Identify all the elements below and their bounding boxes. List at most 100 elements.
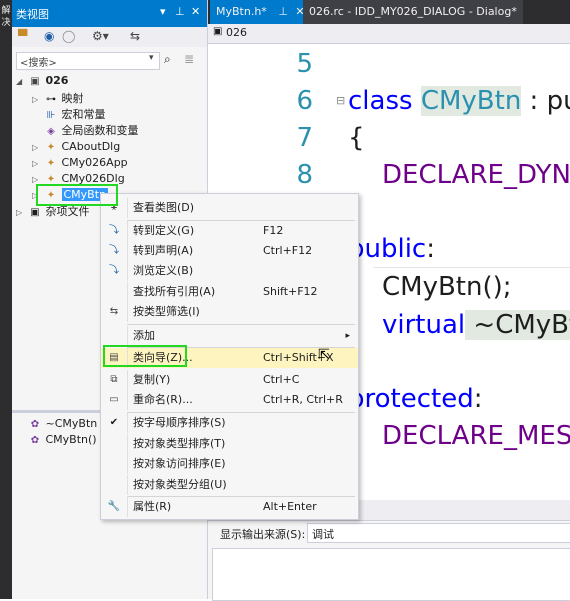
filter-type-icon: ⇆: [109, 306, 119, 317]
tree-item-label: 杂项文件: [45, 205, 90, 218]
expand-arrow-icon[interactable]: ◢: [16, 74, 28, 90]
class-view-titlebar: 类视图 ▾ ⊥ ✕: [12, 0, 207, 27]
settings-gear-icon[interactable]: ⚙▾: [92, 29, 109, 43]
tree-item-misc-files[interactable]: ▷ ▣ 杂项文件: [16, 204, 90, 220]
nav-project-label: 026: [226, 26, 247, 39]
tree-item-label: CMy026App: [61, 156, 128, 169]
close-icon[interactable]: ✕: [191, 5, 200, 18]
annotation-highlight-box: [103, 345, 187, 367]
collapse-region-icon[interactable]: ⊟: [336, 94, 345, 107]
line-number: 7: [296, 123, 313, 153]
map-icon: ⊶: [46, 94, 56, 105]
tree-item-label: 026: [45, 74, 69, 87]
browse-definition-icon: ⤵: [109, 265, 119, 276]
tree-item-label: 映射: [61, 92, 84, 105]
tab-label: MyBtn.h*: [216, 5, 267, 18]
output-source-select[interactable]: 调试: [307, 523, 570, 543]
menu-item-properties[interactable]: 🔧 属性(R) Alt+Enter: [101, 497, 358, 517]
project-icon: ▣: [30, 76, 40, 87]
tree-item-map[interactable]: ▷ ⊶ 映射: [32, 91, 84, 107]
tab-026-rc-dialog[interactable]: 026.rc - IDD_MY026_DIALOG - Dialog*: [303, 0, 523, 24]
clear-search-icon[interactable]: ≣: [184, 52, 194, 66]
class-view-toolbar: ▀ ◉ ◯ ⚙▾ ⇆: [12, 27, 207, 47]
class-view-search-input[interactable]: <搜索> ▾: [16, 52, 160, 70]
strip-label-1[interactable]: 解: [1, 6, 11, 16]
method-icon: ✿: [30, 435, 40, 446]
document-tab-strip: MyBtn.h* ⊥ ✕ 026.rc - IDD_MY026_DIALOG -…: [208, 0, 570, 24]
tree-item-globals[interactable]: ◈ 全局函数和变量: [44, 123, 139, 139]
search-dropdown-icon[interactable]: ▾: [149, 53, 154, 63]
tree-item-label: CAboutDlg: [61, 140, 121, 153]
tree-item-label: 宏和常量: [61, 108, 106, 121]
line-number: 8: [296, 160, 313, 190]
code-line: public:: [348, 234, 435, 264]
collapse-arrow-icon[interactable]: ▷: [32, 92, 44, 108]
tree-item-project[interactable]: ◢ ▣ 026: [16, 73, 68, 89]
menu-item-go-to-definition[interactable]: ⤵ 转到定义(G) F12: [101, 221, 358, 241]
pin-icon[interactable]: ⊥: [175, 5, 185, 18]
member-item-destructor[interactable]: ✿ ~CMyBtn: [28, 416, 97, 432]
tree-item-cmy026app[interactable]: ▷ ✦ CMy026App: [32, 155, 128, 171]
back-icon[interactable]: ◉: [44, 29, 54, 43]
member-item-label: ~CMyBtn: [45, 417, 98, 430]
code-line: {: [348, 123, 365, 153]
code-line: DECLARE_MES: [382, 421, 570, 451]
menu-item-go-to-declaration[interactable]: ⤵ 转到声明(A) Ctrl+F12: [101, 241, 358, 261]
strip-label-2[interactable]: 决: [1, 18, 11, 28]
class-icon: ✦: [46, 158, 56, 169]
pin-tab-icon[interactable]: ⊥: [278, 5, 288, 18]
misc-files-icon: ▣: [30, 207, 40, 218]
code-line: protected:: [348, 384, 483, 414]
search-placeholder: <搜索>: [20, 58, 57, 69]
code-line: DECLARE_DYN: [382, 160, 570, 190]
menu-item-rename[interactable]: ▭ 重命名(R)... Ctrl+R, Ctrl+R: [101, 390, 358, 410]
navigation-bar[interactable]: ▣ 026: [208, 24, 570, 44]
wrench-icon: 🔧: [107, 501, 121, 512]
left-tool-strip[interactable]: 解 决: [0, 0, 12, 599]
tab-mybtn-h[interactable]: MyBtn.h* ⊥ ✕: [210, 0, 311, 24]
sync-icon[interactable]: ⇆: [130, 29, 140, 43]
menu-item-find-all-references[interactable]: 查找所有引用(A) Shift+F12: [101, 282, 358, 302]
copy-icon: ⧉: [110, 374, 118, 385]
mouse-cursor-icon: ⇱: [318, 347, 330, 363]
annotation-highlight-box: [36, 184, 118, 206]
member-item-label: CMyBtn(): [45, 433, 97, 446]
collapse-arrow-icon[interactable]: ▷: [32, 140, 44, 156]
class-view-title: 类视图: [16, 8, 49, 21]
menu-item-copy[interactable]: ⧉ 复制(Y) Ctrl+C: [101, 370, 358, 390]
menu-separator: [127, 324, 355, 325]
tree-item-macros[interactable]: ⊪ 宏和常量: [44, 107, 106, 123]
menu-item-sort-alphabetically[interactable]: ✔ 按字母顺序排序(S): [101, 413, 358, 433]
line-number: 6: [296, 86, 313, 116]
submenu-arrow-icon: ▸: [345, 331, 350, 341]
menu-item-view-class-diagram[interactable]: ⚹ 查看类图(D): [101, 198, 358, 218]
dropdown-icon[interactable]: ▾: [160, 5, 166, 18]
menu-item-filter-by-type[interactable]: ⇆ 按类型筛选(I): [101, 302, 358, 322]
go-to-definition-icon: ⤵: [109, 225, 119, 236]
macro-icon: ⊪: [46, 110, 56, 121]
code-line: CMyBtn();: [382, 272, 512, 302]
method-icon: ✿: [30, 419, 40, 430]
menu-item-sort-by-object-access[interactable]: 按对象访问排序(E): [101, 454, 358, 474]
tree-item-label: 全局函数和变量: [61, 124, 139, 137]
output-text-area[interactable]: [212, 548, 570, 601]
current-line-outline: [373, 267, 570, 268]
member-item-constructor[interactable]: ✿ CMyBtn(): [28, 432, 97, 448]
collapse-arrow-icon[interactable]: ▷: [32, 156, 44, 172]
collapse-arrow-icon[interactable]: ▷: [16, 205, 28, 221]
checkmark-icon: ✔: [109, 417, 119, 428]
menu-item-group-by-object-type[interactable]: 按对象类型分组(U): [101, 475, 358, 495]
menu-item-sort-by-object-type[interactable]: 按对象类型排序(T): [101, 434, 358, 454]
tab-label: 026.rc - IDD_MY026_DIALOG - Dialog*: [309, 5, 517, 18]
output-source-label: 显示输出来源(S):: [220, 528, 306, 541]
go-to-declaration-icon: ⤵: [109, 245, 119, 256]
forward-icon[interactable]: ◯: [62, 29, 75, 43]
new-folder-icon[interactable]: ▀: [18, 29, 27, 43]
code-line: virtual ~CMyBt: [382, 310, 570, 340]
output-source-value: 调试: [312, 528, 334, 541]
menu-item-browse-definition[interactable]: ⤵ 浏览定义(B): [101, 261, 358, 281]
menu-item-add[interactable]: 添加 ▸: [101, 326, 358, 346]
tree-item-caboutdlg[interactable]: ▷ ✦ CAboutDlg: [32, 139, 120, 155]
class-icon: ✦: [46, 142, 56, 153]
search-icon[interactable]: ⌕: [164, 52, 171, 67]
